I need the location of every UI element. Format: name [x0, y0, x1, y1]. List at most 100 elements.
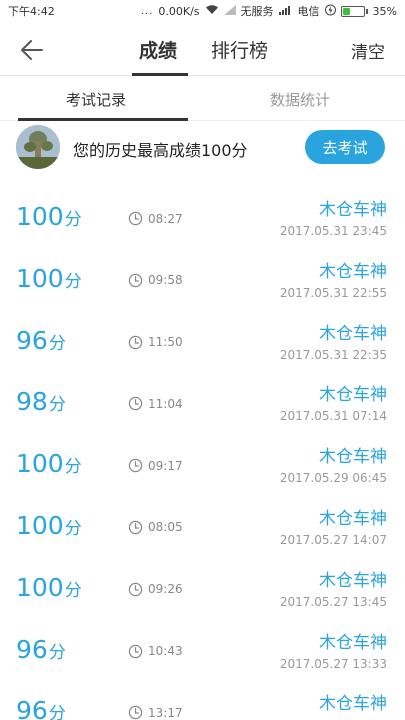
header: 成绩 排行榜 清空 — [0, 22, 405, 76]
score-unit: 分 — [64, 457, 82, 478]
score-value: 100 — [16, 202, 64, 231]
record-duration: 09:17 — [128, 458, 183, 473]
record-row[interactable]: 100 分 09:26 木仓车神 2017.05.27 13:45 — [0, 555, 405, 617]
duration-value: 11:50 — [148, 335, 183, 350]
score-unit: 分 — [48, 395, 66, 416]
score-unit: 分 — [64, 518, 82, 539]
record-row[interactable]: 96分 13:17 木仓车神 2017.05.27 13:12 — [0, 678, 405, 720]
back-arrow-icon — [21, 40, 43, 60]
tab-rank[interactable]: 排行榜 — [211, 36, 268, 63]
battery-icon — [340, 5, 368, 17]
record-timestamp: 2017.05.31 07:14 — [279, 409, 387, 424]
score-unit: 分 — [48, 333, 66, 354]
record-meta: 木仓车神 2017.05.27 13:33 — [280, 632, 387, 673]
clock-icon — [128, 706, 143, 720]
score-value: 96 — [16, 696, 48, 720]
avatar-image — [16, 125, 60, 169]
clock-icon — [128, 211, 143, 226]
record-score: 100 分 — [16, 573, 82, 602]
record-duration: 10:43 — [128, 644, 183, 659]
duration-value: 13:17 — [148, 705, 183, 720]
record-meta: 木仓车神 2017.05.27 13:12 — [280, 693, 387, 720]
record-duration: 08:05 — [128, 520, 183, 535]
best-score-row: 您的历史最高成绩100分 去考试 — [0, 122, 405, 176]
record-duration: 13:17 — [128, 705, 183, 720]
record-row[interactable]: 96 分 10:43 木仓车神 2017.05.27 13:33 — [0, 617, 405, 679]
record-meta: 木仓车神 2017.05.27 13:45 — [280, 570, 387, 611]
record-meta: 木仓车神 2017.05.27 14:07 — [280, 508, 387, 549]
clear-button[interactable]: 清空 — [351, 38, 385, 63]
clock-icon — [128, 273, 143, 287]
battery-percent: 35% — [372, 4, 397, 18]
record-score: 100 分 — [16, 511, 82, 540]
record-row[interactable]: 96 分 11:50 木仓车神 2017.05.31 22:35 — [0, 308, 405, 370]
take-exam-button[interactable]: 去考试 — [305, 130, 385, 164]
record-user-name: 木仓车神 — [319, 323, 387, 344]
duration-value: 09:26 — [148, 582, 183, 597]
record-meta: 木仓车神 2017.05.31 22:35 — [280, 323, 387, 364]
record-score: 98 分 — [16, 387, 66, 416]
status-time: 下午4:42 — [8, 5, 55, 18]
back-button[interactable] — [18, 36, 46, 64]
record-timestamp: 2017.05.27 13:45 — [279, 594, 387, 609]
record-duration: 09:26 — [128, 582, 183, 597]
duration-value: 08:05 — [148, 520, 183, 535]
clock-icon — [128, 335, 143, 349]
record-timestamp: 2017.05.29 06:45 — [279, 471, 387, 486]
score-value: 100 — [16, 510, 64, 540]
duration-value: 09:58 — [148, 273, 183, 288]
record-meta: 木仓车神 2017.05.31 23:45 — [280, 199, 387, 240]
record-row[interactable]: 100 分 08:27 木仓车神 2017.05.31 23:45 — [0, 184, 405, 246]
avatar[interactable] — [16, 125, 60, 169]
tab-exam-records[interactable]: 考试记录 — [66, 89, 126, 110]
tab-active-indicator — [132, 73, 188, 76]
record-user-name: 木仓车神 — [319, 200, 387, 220]
record-row[interactable]: 100 分 09:58 木仓车神 2017.05.31 22:55 — [0, 246, 405, 308]
tab-data-stats[interactable]: 数据统计 — [270, 89, 330, 110]
record-row[interactable]: 100 分 09:17 木仓车神 2017.05.29 06:45 — [0, 431, 405, 493]
record-score: 100 分 — [16, 202, 82, 231]
signal-bars-icon — [278, 5, 293, 18]
record-score: 100 分 — [16, 264, 82, 293]
duration-value: 09:17 — [148, 458, 183, 473]
best-score-text: 您的历史最高成绩100分 — [73, 141, 248, 160]
record-user-name: 木仓车神 — [319, 447, 387, 468]
record-user-name: 木仓车神 — [319, 261, 387, 282]
score-value: 100 — [16, 449, 64, 479]
record-meta: 木仓车神 2017.05.31 07:14 — [280, 384, 387, 425]
score-unit: 分 — [48, 642, 66, 663]
record-row[interactable]: 98 分 11:04 木仓车神 2017.05.31 07:14 — [0, 369, 405, 431]
record-duration: 11:04 — [128, 396, 183, 411]
status-left: 下午4:42 — [8, 3, 55, 19]
record-row[interactable]: 100 分 08:05 木仓车神 2017.05.27 14:07 — [0, 493, 405, 555]
clock-icon — [128, 644, 143, 658]
service-status: 无服务 — [240, 5, 274, 18]
record-duration: 09:58 — [128, 273, 183, 288]
record-meta: 木仓车神 2017.05.29 06:45 — [280, 446, 387, 487]
record-user-name: 木仓车神 — [319, 632, 387, 653]
record-user-name: 木仓车神 — [319, 570, 387, 591]
score-value: 96 — [16, 634, 48, 664]
record-meta: 木仓车神 2017.05.31 22:55 — [280, 261, 387, 302]
sub-tabs: 考试记录 数据统计 — [0, 77, 405, 121]
record-duration: 08:27 — [128, 211, 183, 226]
score-value: 98 — [16, 387, 48, 417]
record-user-name: 木仓车神 — [319, 385, 387, 406]
record-timestamp: 2017.05.27 13:12 — [280, 716, 387, 720]
duration-value: 11:04 — [148, 396, 183, 411]
status-bar: 下午4:42 ... 0.00K/s 无服务 电信 35% — [0, 0, 405, 22]
battery-fill — [342, 7, 350, 15]
record-timestamp: 2017.05.27 14:07 — [279, 532, 387, 547]
duration-value: 10:43 — [148, 644, 183, 659]
signal-icon — [223, 4, 236, 18]
record-timestamp: 2017.05.31 23:45 — [279, 224, 387, 238]
record-user-name: 木仓车神 — [319, 694, 387, 715]
score-unit: 分 — [64, 210, 82, 230]
record-user-name: 木仓车神 — [319, 508, 387, 529]
tab-score[interactable]: 成绩 — [139, 36, 177, 63]
clock-icon — [128, 458, 143, 473]
record-score: 96 分 — [16, 635, 66, 664]
charging-icon — [324, 4, 336, 19]
record-timestamp: 2017.05.31 22:55 — [279, 285, 387, 300]
record-score: 96 分 — [16, 326, 66, 355]
